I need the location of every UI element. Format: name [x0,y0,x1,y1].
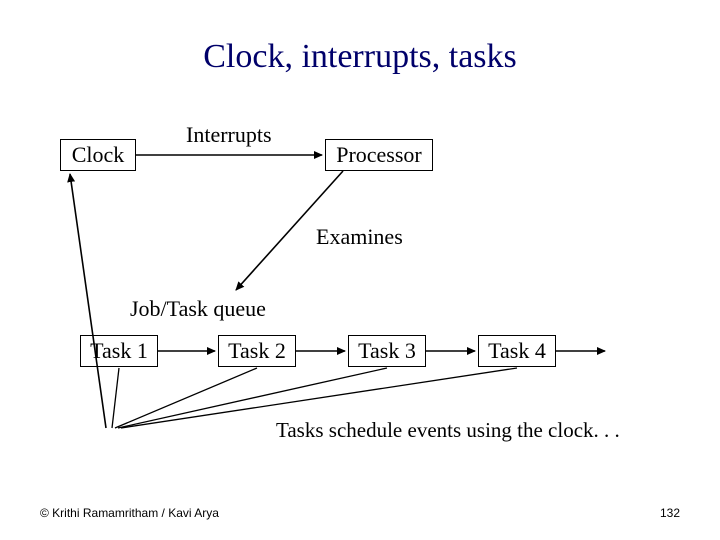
schedule-note: Tasks schedule events using the clock. .… [276,418,620,443]
diagram-arrows [0,0,720,540]
task3-box: Task 3 [348,335,426,367]
footer-credit: © Krithi Ramamritham / Kavi Arya [40,506,219,520]
interrupts-label: Interrupts [186,122,272,148]
slide-title: Clock, interrupts, tasks [0,38,720,76]
footer-page: 132 [660,506,680,520]
task1-box: Task 1 [80,335,158,367]
processor-box: Processor [325,139,433,171]
task4-box: Task 4 [478,335,556,367]
jobtask-label: Job/Task queue [130,296,266,322]
clock-box: Clock [60,139,136,171]
examines-label: Examines [316,224,403,250]
task2-box: Task 2 [218,335,296,367]
